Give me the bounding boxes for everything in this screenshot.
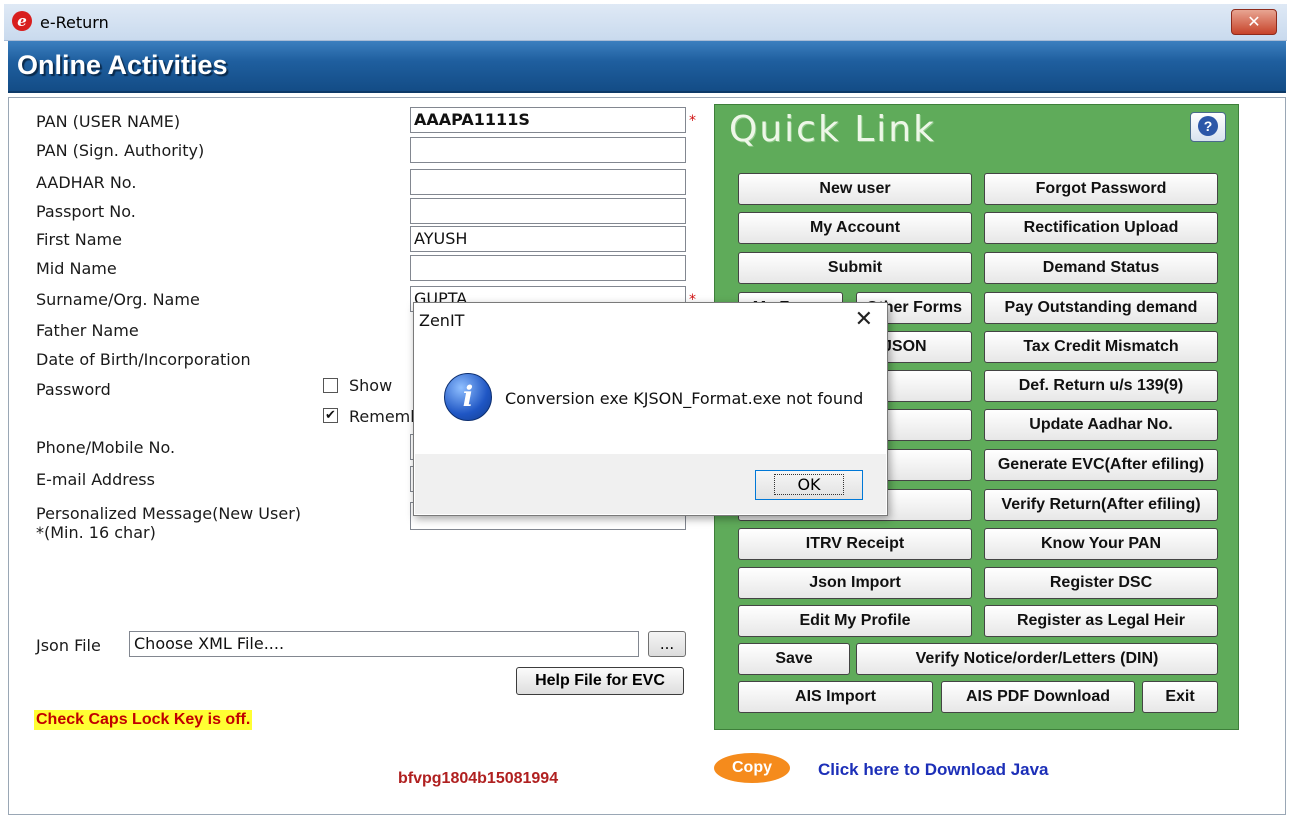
page-title: Online Activities xyxy=(17,50,228,80)
new-user-button[interactable]: New user xyxy=(738,173,972,205)
caps-lock-warning: Check Caps Lock Key is off. xyxy=(34,710,253,730)
passport-input[interactable] xyxy=(410,198,686,224)
app-logo-icon: e xyxy=(12,11,32,31)
message-hint: *(Min. 16 char) xyxy=(36,523,156,542)
def-return-button[interactable]: Def. Return u/s 139(9) xyxy=(984,370,1218,402)
save-button[interactable]: Save xyxy=(738,643,850,675)
app-window: e e-Return ✕ Online Activities PAN (USER… xyxy=(0,0,1291,824)
register-dsc-button[interactable]: Register DSC xyxy=(984,567,1218,599)
window-close-button[interactable]: ✕ xyxy=(1231,9,1277,35)
json-file-input[interactable]: Choose XML File.... xyxy=(129,631,639,657)
verify-return-button[interactable]: Verify Return(After efiling) xyxy=(984,489,1218,521)
demand-status-button[interactable]: Demand Status xyxy=(984,252,1218,284)
forgot-password-button[interactable]: Forgot Password xyxy=(984,173,1218,205)
password-label: Password xyxy=(36,380,111,399)
pan-sign-label: PAN (Sign. Authority) xyxy=(36,141,205,160)
mid-name-label: Mid Name xyxy=(36,259,117,278)
mid-name-input[interactable] xyxy=(410,255,686,281)
passport-label: Passport No. xyxy=(36,202,136,221)
required-mark: * xyxy=(689,113,696,129)
first-name-label: First Name xyxy=(36,230,122,249)
pan-user-input[interactable]: AAAPA1111S xyxy=(410,107,686,133)
register-legal-heir-button[interactable]: Register as Legal Heir xyxy=(984,605,1218,637)
browse-button[interactable]: ... xyxy=(648,631,686,657)
ais-pdf-download-button[interactable]: AIS PDF Download xyxy=(941,681,1135,713)
submit-button[interactable]: Submit xyxy=(738,252,972,284)
father-name-label: Father Name xyxy=(36,321,139,340)
title-bar: e e-Return ✕ xyxy=(4,4,1287,41)
show-password-checkbox[interactable] xyxy=(323,378,338,393)
dialog-title: ZenIT xyxy=(419,311,465,330)
email-label: E-mail Address xyxy=(36,470,155,489)
dialog-footer: OK xyxy=(415,454,886,514)
rectification-upload-button[interactable]: Rectification Upload xyxy=(984,212,1218,244)
update-aadhar-button[interactable]: Update Aadhar No. xyxy=(984,409,1218,441)
tax-credit-mismatch-button[interactable]: Tax Credit Mismatch xyxy=(984,331,1218,363)
pan-sign-input[interactable] xyxy=(410,137,686,163)
aadhar-input[interactable] xyxy=(410,169,686,195)
window-title: e-Return xyxy=(40,13,109,32)
message-dialog: ZenIT ✕ i Conversion exe KJSON_Format.ex… xyxy=(413,302,888,516)
dob-label: Date of Birth/Incorporation xyxy=(36,350,251,369)
help-evc-button[interactable]: Help File for EVC xyxy=(516,667,684,695)
know-your-pan-button[interactable]: Know Your PAN xyxy=(984,528,1218,560)
quick-link-title: Quick Link xyxy=(729,109,936,150)
exit-button[interactable]: Exit xyxy=(1142,681,1218,713)
pay-outstanding-button[interactable]: Pay Outstanding demand xyxy=(984,292,1218,324)
help-icon: ? xyxy=(1198,116,1218,136)
remember-checkbox[interactable]: ✔ xyxy=(323,408,338,423)
my-account-button[interactable]: My Account xyxy=(738,212,972,244)
generate-evc-button[interactable]: Generate EVC(After efiling) xyxy=(984,449,1218,481)
json-import-button[interactable]: Json Import xyxy=(738,567,972,599)
aadhar-label: AADHAR No. xyxy=(36,173,137,192)
phone-label: Phone/Mobile No. xyxy=(36,438,176,457)
ais-import-button[interactable]: AIS Import xyxy=(738,681,933,713)
info-icon: i xyxy=(444,373,492,421)
session-code: bfvpg1804b15081994 xyxy=(398,770,559,787)
dialog-close-icon[interactable]: ✕ xyxy=(855,307,873,332)
surname-label: Surname/Org. Name xyxy=(36,290,200,309)
ok-button-label: OK xyxy=(774,474,844,495)
edit-profile-button[interactable]: Edit My Profile xyxy=(738,605,972,637)
verify-notice-button[interactable]: Verify Notice/order/Letters (DIN) xyxy=(856,643,1218,675)
itrv-receipt-button[interactable]: ITRV Receipt xyxy=(738,528,972,560)
pan-user-label: PAN (USER NAME) xyxy=(36,112,181,131)
json-file-label: Json File xyxy=(36,636,101,655)
ok-button[interactable]: OK xyxy=(755,470,863,500)
copy-button[interactable]: Copy xyxy=(714,753,790,783)
message-label: Personalized Message(New User) xyxy=(36,504,302,523)
show-password-label: Show xyxy=(349,376,393,395)
help-button[interactable]: ? xyxy=(1190,112,1226,142)
download-java-link[interactable]: Click here to Download Java xyxy=(818,760,1049,780)
page-banner: Online Activities xyxy=(8,41,1286,93)
dialog-message: Conversion exe KJSON_Format.exe not foun… xyxy=(505,389,864,408)
first-name-input[interactable]: AYUSH xyxy=(410,226,686,252)
